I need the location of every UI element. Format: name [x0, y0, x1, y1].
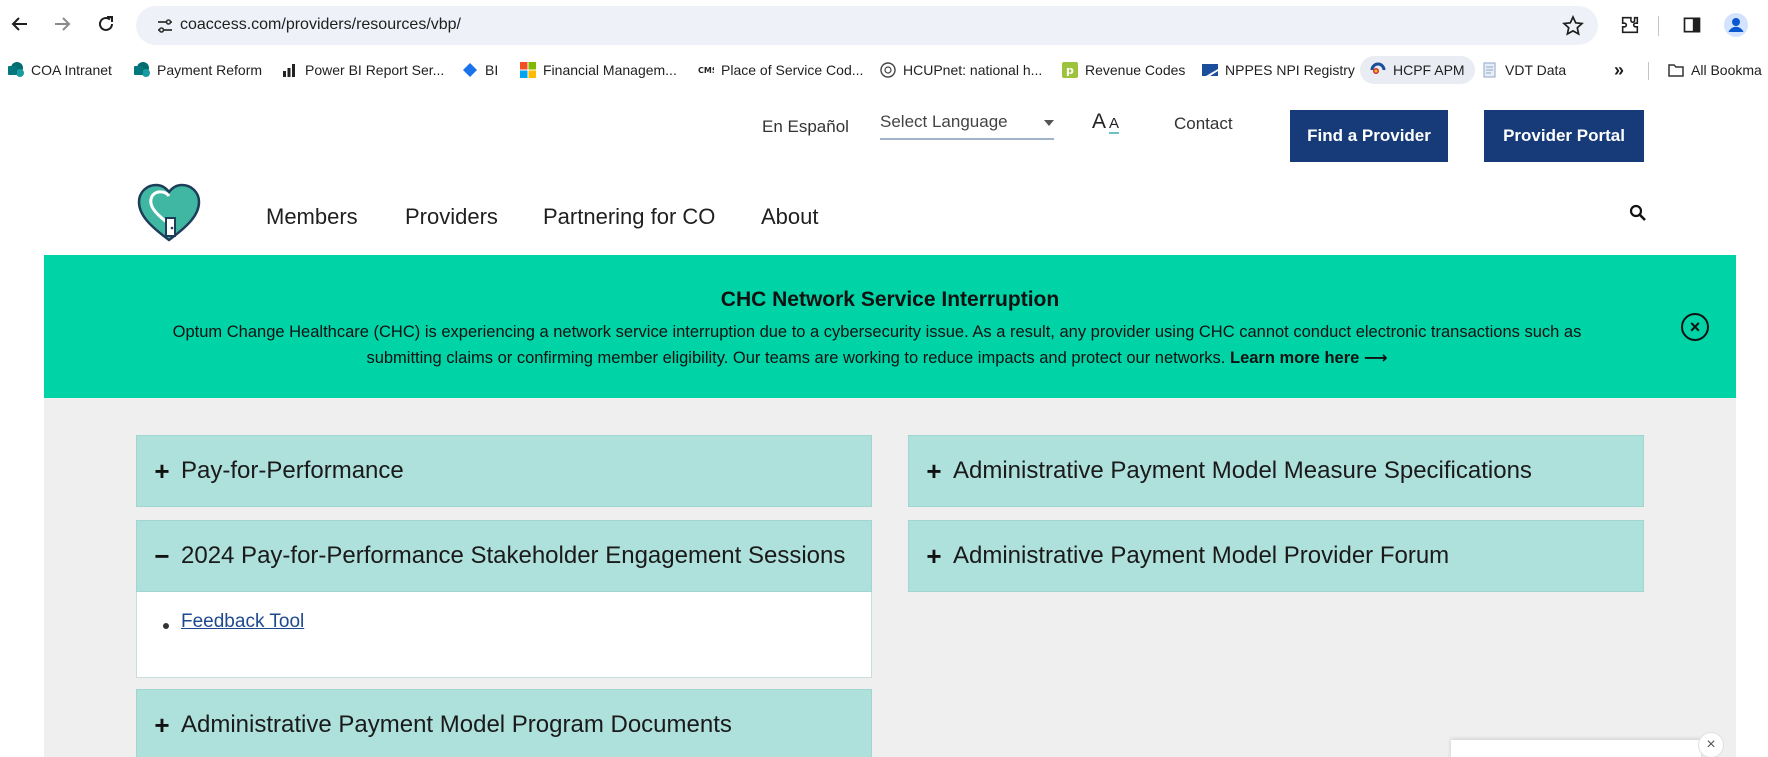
hcup-icon	[880, 62, 896, 78]
close-icon: ×	[1706, 736, 1716, 753]
chat-widget[interactable]	[1451, 740, 1701, 757]
accordion-stakeholder-sessions[interactable]: − 2024 Pay-for-Performance Stakeholder E…	[136, 520, 872, 592]
bookmark-revenue-codes[interactable]: p Revenue Codes	[1062, 59, 1185, 81]
sharepoint-icon	[8, 62, 24, 78]
bookmark-vdt-data[interactable]: VDT Data	[1482, 59, 1566, 81]
bookmarks-divider	[1648, 62, 1649, 80]
forward-arrow-icon	[55, 17, 71, 31]
bookmark-hcupnet[interactable]: HCUPnet: national h...	[880, 59, 1042, 81]
service-alert-banner: CHC Network Service Interruption Optum C…	[44, 255, 1736, 398]
address-bar[interactable]: coaccess.com/providers/resources/vbp/	[136, 6, 1598, 45]
bookmark-star-icon[interactable]	[1562, 15, 1584, 37]
accordion-panel-stakeholder-sessions: Feedback Tool	[136, 592, 872, 678]
svg-text:CMS: CMS	[698, 66, 714, 75]
plus-icon: +	[154, 455, 170, 486]
back-button[interactable]	[6, 10, 34, 38]
bookmark-hcpf-apm[interactable]: HCPF APM	[1360, 56, 1475, 84]
bookmark-bi[interactable]: BI	[462, 59, 498, 81]
extensions-icon[interactable]	[1618, 13, 1642, 37]
bookmark-nppes[interactable]: NPPES NPI Registry	[1202, 59, 1355, 81]
bookmarks-bar: COA Intranet Payment Reform Power BI Rep…	[0, 52, 1768, 86]
sharepoint-icon	[134, 62, 150, 78]
language-select[interactable]: Select Language	[880, 108, 1054, 140]
plus-icon: +	[154, 709, 170, 740]
url-text[interactable]: coaccess.com/providers/resources/vbp/	[180, 16, 461, 34]
back-arrow-icon	[11, 17, 27, 31]
bullet	[163, 623, 169, 629]
bookmark-financial-management[interactable]: Financial Managem...	[520, 59, 677, 81]
revenue-icon: p	[1062, 62, 1078, 78]
browser-toolbar: coaccess.com/providers/resources/vbp/	[0, 0, 1768, 52]
bookmark-coa-intranet[interactable]: COA Intranet	[8, 59, 112, 81]
site-info-icon[interactable]	[156, 17, 174, 35]
close-icon: ×	[1689, 316, 1701, 337]
bookmark-place-of-service[interactable]: CMS Place of Service Cod...	[698, 59, 863, 81]
web-page: En Español Select Language AA Contact Fi…	[44, 86, 1736, 757]
plus-icon: +	[926, 540, 942, 571]
feedback-tool-link[interactable]: Feedback Tool	[181, 611, 304, 633]
chat-close-button[interactable]: ×	[1698, 732, 1724, 757]
profile-avatar-icon[interactable]	[1724, 13, 1748, 37]
dropdown-caret-icon	[1044, 120, 1054, 126]
nav-partnering-for-co[interactable]: Partnering for CO	[543, 204, 715, 230]
side-panel-icon[interactable]	[1680, 13, 1704, 37]
accordion-apm-program-documents[interactable]: + Administrative Payment Model Program D…	[136, 689, 872, 757]
accordion-pay-for-performance[interactable]: + Pay-for-Performance	[136, 435, 872, 507]
provider-portal-button[interactable]: Provider Portal	[1484, 110, 1644, 162]
colorado-icon	[1370, 62, 1386, 78]
svg-text:p: p	[1066, 64, 1074, 77]
forward-button[interactable]	[48, 10, 76, 38]
alert-close-button[interactable]: ×	[1681, 313, 1709, 341]
nav-about[interactable]: About	[761, 204, 819, 230]
colorado-access-logo[interactable]	[136, 182, 202, 244]
nav-members[interactable]: Members	[266, 204, 358, 230]
text-size-toggle[interactable]: AA	[1092, 110, 1120, 134]
power-bi-icon	[282, 62, 298, 78]
microsoft-icon	[520, 62, 536, 78]
bookmark-payment-reform[interactable]: Payment Reform	[134, 59, 262, 81]
plus-icon: +	[926, 455, 942, 486]
alert-title: CHC Network Service Interruption	[720, 288, 1060, 311]
espanol-link[interactable]: En Español	[762, 117, 849, 137]
accordion-apm-provider-forum[interactable]: + Administrative Payment Model Provider …	[908, 520, 1644, 592]
reload-icon	[99, 16, 113, 31]
nav-providers[interactable]: Providers	[405, 204, 498, 230]
diamond-icon	[462, 62, 478, 78]
more-bookmarks-button[interactable]: »	[1614, 59, 1624, 81]
all-bookmarks-button[interactable]: All Bookma	[1668, 59, 1762, 81]
bookmark-power-bi[interactable]: Power BI Report Ser...	[282, 59, 444, 81]
learn-more-link[interactable]: Learn more here ⟶	[1230, 349, 1388, 367]
accordion-apm-measure-specifications[interactable]: + Administrative Payment Model Measure S…	[908, 435, 1644, 507]
reload-button[interactable]	[92, 10, 120, 38]
alert-message: Optum Change Healthcare (CHC) is experie…	[172, 323, 1582, 367]
folder-icon	[1668, 62, 1684, 78]
search-icon[interactable]	[1629, 204, 1647, 222]
find-provider-button[interactable]: Find a Provider	[1290, 110, 1448, 162]
document-icon	[1482, 62, 1498, 78]
minus-icon: −	[154, 540, 170, 571]
contact-link[interactable]: Contact	[1174, 114, 1233, 134]
toolbar-divider	[1658, 16, 1659, 36]
hhs-icon	[1202, 62, 1218, 78]
cms-icon: CMS	[698, 62, 718, 78]
site-header: En Español Select Language AA Contact Fi…	[44, 86, 1736, 255]
